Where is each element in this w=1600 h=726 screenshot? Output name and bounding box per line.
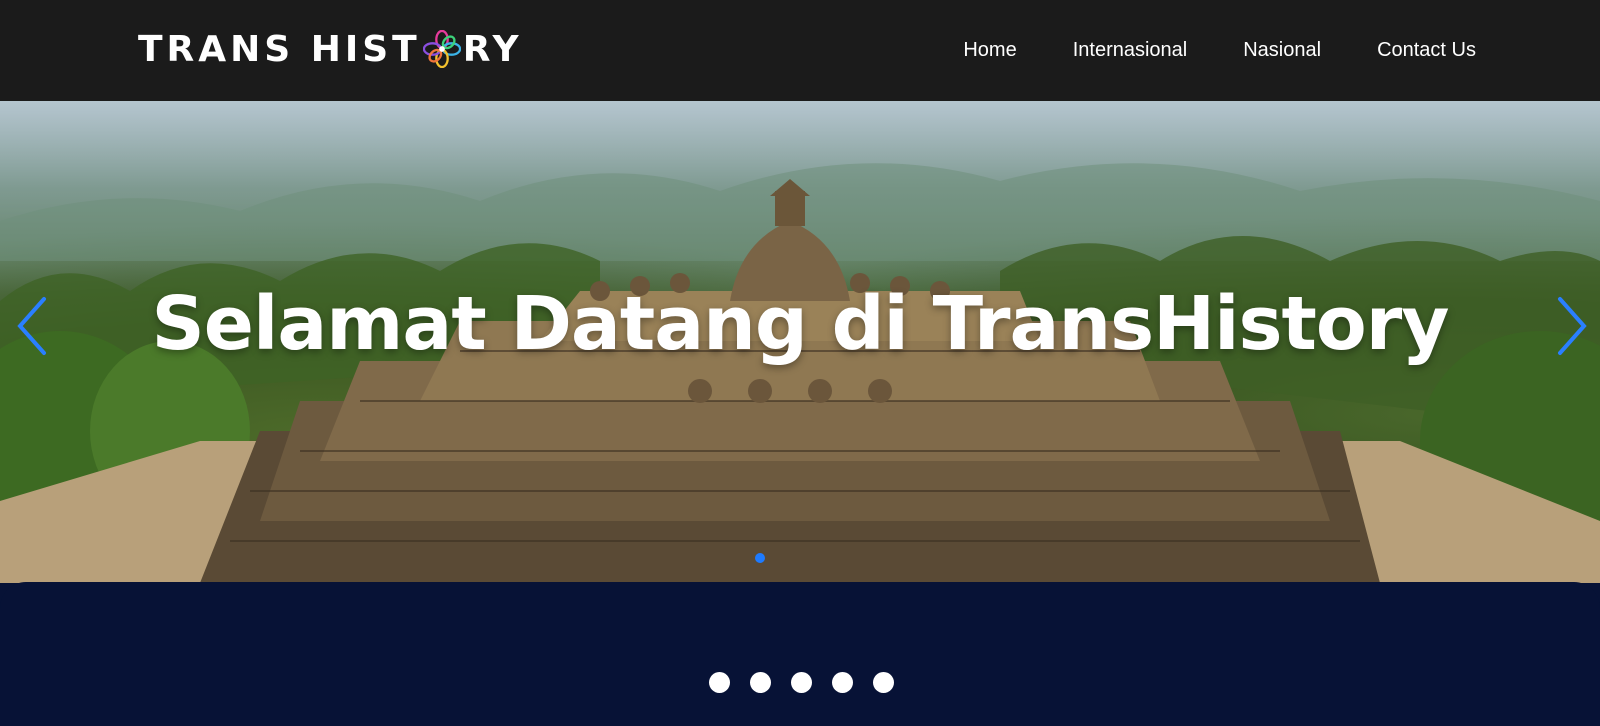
carousel-next-button[interactable] — [1548, 291, 1596, 361]
active-slide-indicator[interactable] — [755, 553, 765, 563]
pagination-dots — [709, 672, 894, 693]
pagination-dot-2[interactable] — [750, 672, 771, 693]
pagination-dot-1[interactable] — [709, 672, 730, 693]
nav-contact-us[interactable]: Contact Us — [1377, 39, 1476, 62]
pagination-dot-5[interactable] — [873, 672, 894, 693]
nav-internasional[interactable]: Internasional — [1073, 39, 1188, 62]
main-nav: Home Internasional Nasional Contact Us — [963, 0, 1476, 101]
nav-nasional[interactable]: Nasional — [1243, 39, 1321, 62]
carousel-prev-button[interactable] — [8, 291, 56, 361]
pagination-dot-3[interactable] — [791, 672, 812, 693]
logo-text-start: TRANS HIST — [138, 28, 421, 70]
logo-text-end: RY — [462, 28, 523, 70]
site-logo[interactable]: TRANS HIST RY — [138, 26, 523, 72]
flower-logo-icon — [422, 30, 461, 68]
nav-home[interactable]: Home — [963, 39, 1016, 62]
chevron-left-icon — [17, 297, 46, 355]
hero-title: Selamat Datang di TransHistory — [151, 281, 1450, 367]
pagination-dot-4[interactable] — [832, 672, 853, 693]
hero-carousel: Selamat Datang di TransHistory — [0, 101, 1600, 583]
content-panel — [0, 582, 1600, 726]
navbar: TRANS HIST RY Home Internasional Nasiona… — [0, 0, 1600, 101]
chevron-right-icon — [1558, 297, 1587, 355]
